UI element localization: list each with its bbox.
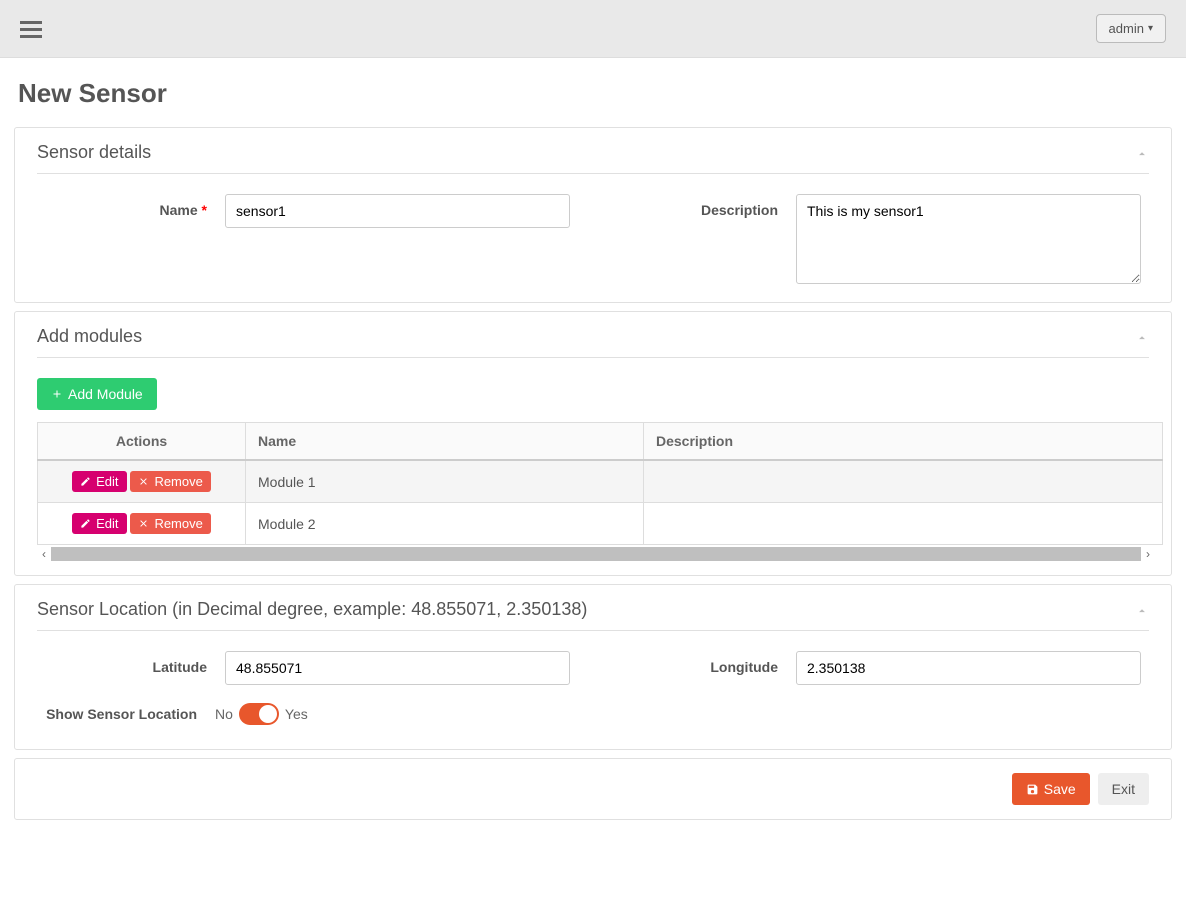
table-row: Edit Remove Module 2 [38,503,1163,545]
remove-button[interactable]: Remove [130,513,210,534]
menu-icon[interactable] [20,17,44,41]
scroll-left-icon[interactable]: ‹ [37,547,51,561]
latitude-field-label: Latitude [37,651,207,675]
exit-button[interactable]: Exit [1098,773,1149,805]
col-actions: Actions [38,423,246,461]
longitude-field-label: Longitude [608,651,778,675]
latitude-input[interactable] [225,651,570,685]
chevron-up-icon [1135,331,1149,345]
close-icon [138,518,149,529]
chevron-up-icon [1135,147,1149,161]
collapse-icon[interactable] [1135,328,1149,344]
user-menu-button[interactable]: admin ▾ [1096,14,1166,43]
close-icon [138,476,149,487]
horizontal-scrollbar[interactable]: ‹ › [37,545,1155,563]
scroll-track[interactable] [51,547,1141,561]
edit-icon [80,518,91,529]
topbar: admin ▾ [0,0,1186,58]
plus-icon [51,388,63,400]
save-icon [1026,783,1039,796]
panel-title-modules: Add modules [37,326,142,347]
scroll-right-icon[interactable]: › [1141,547,1155,561]
edit-button[interactable]: Edit [72,471,126,492]
panel-sensor-details: Sensor details Name * Description [14,127,1172,303]
panel-sensor-location: Sensor Location (in Decimal degree, exam… [14,584,1172,750]
cell-description [644,460,1163,503]
toggle-yes-label: Yes [285,706,308,722]
edit-button[interactable]: Edit [72,513,126,534]
chevron-down-icon: ▾ [1148,23,1153,34]
table-row: Edit Remove Module 1 [38,460,1163,503]
add-module-button[interactable]: Add Module [37,378,157,410]
description-textarea[interactable] [796,194,1141,284]
panel-add-modules: Add modules Add Module Actions Name Desc… [14,311,1172,576]
user-label: admin [1109,21,1144,36]
name-input[interactable] [225,194,570,228]
cell-name: Module 1 [246,460,644,503]
page-title: New Sensor [0,58,1186,119]
description-field-label: Description [608,194,778,218]
edit-icon [80,476,91,487]
col-description: Description [644,423,1163,461]
toggle-knob [259,705,277,723]
chevron-up-icon [1135,604,1149,618]
toggle-no-label: No [215,706,233,722]
remove-button[interactable]: Remove [130,471,210,492]
panel-title-location: Sensor Location (in Decimal degree, exam… [37,599,587,620]
modules-table: Actions Name Description Edit Remove Mod [37,422,1163,545]
cell-description [644,503,1163,545]
panel-title-details: Sensor details [37,142,151,163]
col-name: Name [246,423,644,461]
save-button[interactable]: Save [1012,773,1090,805]
show-location-toggle[interactable] [239,703,279,725]
collapse-icon[interactable] [1135,601,1149,617]
panel-footer: Save Exit [14,758,1172,820]
show-location-label: Show Sensor Location [37,706,197,722]
longitude-input[interactable] [796,651,1141,685]
name-field-label: Name * [37,194,207,218]
cell-name: Module 2 [246,503,644,545]
collapse-icon[interactable] [1135,144,1149,160]
